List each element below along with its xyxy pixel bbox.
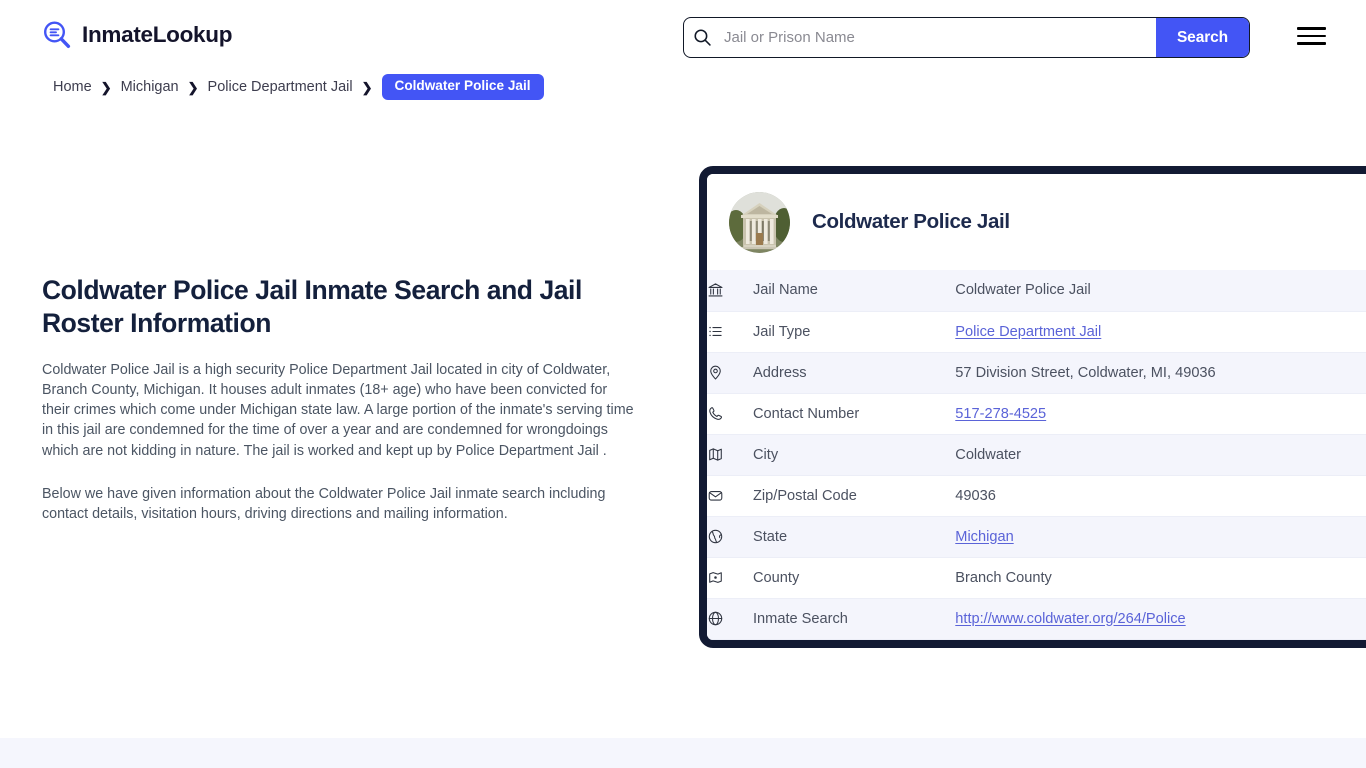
row-label: Contact Number <box>753 393 955 434</box>
row-value: Coldwater <box>955 434 1366 475</box>
globe-grid-icon <box>707 598 753 639</box>
brand-name: InmateLookup <box>82 24 232 47</box>
site-header: InmateLookup Search <box>0 0 1366 74</box>
jail-card-title: Coldwater Police Jail <box>812 210 1010 234</box>
row-value: 57 Division Street, Coldwater, MI, 49036 <box>955 352 1366 393</box>
secondary-paragraph: Below we have given information about th… <box>42 484 642 524</box>
row-value: http://www.coldwater.org/264/Police <box>955 598 1366 639</box>
brand-logo-link[interactable]: InmateLookup <box>41 19 232 51</box>
breadcrumb: Home ❯ Michigan ❯ Police Department Jail… <box>53 76 544 98</box>
globe-americas-icon <box>707 516 753 557</box>
jail-info-card-header: Coldwater Police Jail <box>707 174 1366 270</box>
magnifier-list-icon <box>41 19 73 51</box>
hamburger-bar <box>1297 27 1326 30</box>
row-label: City <box>753 434 955 475</box>
row-value: Police Department Jail <box>955 311 1366 352</box>
row-value: 517-278-4525 <box>955 393 1366 434</box>
page-title: Coldwater Police Jail Inmate Search and … <box>42 274 642 339</box>
chevron-right-icon: ❯ <box>362 81 373 94</box>
jail-type-link[interactable]: Police Department Jail <box>955 324 1101 340</box>
row-label: Address <box>753 352 955 393</box>
row-label: State <box>753 516 955 557</box>
contact-number-link[interactable]: 517-278-4525 <box>955 406 1046 422</box>
row-value: Branch County <box>955 557 1366 598</box>
phone-icon <box>707 393 753 434</box>
table-row: Contact Number 517-278-4525 <box>707 393 1366 434</box>
breadcrumb-item-current: Coldwater Police Jail <box>382 74 544 100</box>
chevron-right-icon: ❯ <box>101 81 112 94</box>
breadcrumb-item-police-department-jail[interactable]: Police Department Jail <box>208 79 353 95</box>
breadcrumb-item-home[interactable]: Home <box>53 79 92 95</box>
jail-details-table: Jail Name Coldwater Police Jail Jail Typ… <box>707 270 1366 640</box>
map-pin-icon <box>707 352 753 393</box>
search-button[interactable]: Search <box>1156 18 1249 57</box>
map-location-icon <box>707 557 753 598</box>
row-label: Jail Name <box>753 270 955 311</box>
table-row: Address 57 Division Street, Coldwater, M… <box>707 352 1366 393</box>
main-content-left: Coldwater Police Jail Inmate Search and … <box>42 274 642 524</box>
breadcrumb-item-michigan[interactable]: Michigan <box>121 79 179 95</box>
table-row: City Coldwater <box>707 434 1366 475</box>
jail-building-photo <box>729 192 790 253</box>
row-label: County <box>753 557 955 598</box>
table-row: Jail Name Coldwater Police Jail <box>707 270 1366 311</box>
map-icon <box>707 434 753 475</box>
search-icon <box>684 18 720 57</box>
row-value: Coldwater Police Jail <box>955 270 1366 311</box>
table-row: Inmate Search http://www.coldwater.org/2… <box>707 598 1366 639</box>
row-label: Inmate Search <box>753 598 955 639</box>
envelope-open-icon <box>707 475 753 516</box>
row-value: 49036 <box>955 475 1366 516</box>
row-value: Michigan <box>955 516 1366 557</box>
list-icon <box>707 311 753 352</box>
bank-building-icon <box>707 270 753 311</box>
search-bar[interactable]: Search <box>683 17 1250 58</box>
row-label: Jail Type <box>753 311 955 352</box>
table-row: Zip/Postal Code 49036 <box>707 475 1366 516</box>
hamburger-bar <box>1297 42 1326 45</box>
inmate-search-link[interactable]: http://www.coldwater.org/264/Police <box>955 611 1185 627</box>
table-row: Jail Type Police Department Jail <box>707 311 1366 352</box>
table-row: County Branch County <box>707 557 1366 598</box>
state-link[interactable]: Michigan <box>955 529 1013 545</box>
row-label: Zip/Postal Code <box>753 475 955 516</box>
footer-band <box>0 738 1366 768</box>
table-row: State Michigan <box>707 516 1366 557</box>
hamburger-menu-icon[interactable] <box>1297 25 1326 47</box>
chevron-right-icon: ❯ <box>188 81 199 94</box>
intro-paragraph: Coldwater Police Jail is a high security… <box>42 360 634 460</box>
search-input[interactable] <box>720 18 1156 57</box>
hamburger-bar <box>1297 35 1326 38</box>
jail-info-card: Coldwater Police Jail Jail Name Coldwate <box>699 166 1366 648</box>
